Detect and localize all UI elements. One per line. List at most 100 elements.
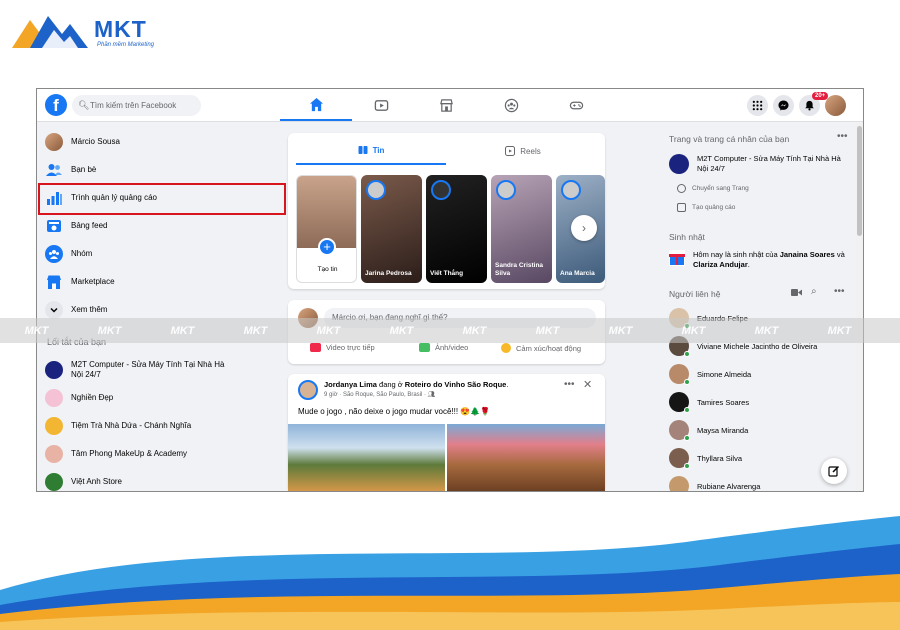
scrollbar[interactable] <box>856 122 863 491</box>
watermark-text: MKT <box>170 324 195 337</box>
facebook-logo-icon[interactable]: f <box>45 94 67 116</box>
shortcut-item[interactable]: M2T Computer - Sửa Máy Tính Tại Nhà Hà N… <box>45 357 231 383</box>
post-options-button[interactable]: ••• <box>564 379 575 390</box>
slide: MKT Phần mềm Marketing f 🔍︎ Tìm kiếm trê… <box>0 0 900 630</box>
contacts-options-icon[interactable]: ••• <box>834 286 845 297</box>
friends-privacy-icon: 👥︎ <box>427 392 436 398</box>
sidebar-item-label: Marketplace <box>71 277 115 286</box>
avatar <box>669 420 690 441</box>
story-item[interactable]: Sandra Cristina Silva <box>491 175 552 283</box>
story-item[interactable]: Viết Thắng <box>426 175 487 283</box>
contacts-title: Người liên hệ <box>669 289 721 299</box>
contact-name: Simone Almeida <box>697 369 752 379</box>
birthday-mid: và <box>834 250 845 259</box>
tab-home[interactable] <box>280 89 352 121</box>
contact-item[interactable]: Rubiane Alvarenga <box>669 476 760 491</box>
post-photo[interactable] <box>288 424 445 491</box>
watermark-text: MKT <box>608 324 633 337</box>
create-story[interactable]: + Tạo tin <box>296 175 357 283</box>
create-story-label: Tạo tin <box>317 266 338 273</box>
sidebar-item-profile[interactable]: Márcio Sousa <box>45 130 120 154</box>
more-options-icon[interactable]: ••• <box>837 131 848 142</box>
account-avatar[interactable] <box>825 95 846 116</box>
video-call-icon[interactable] <box>791 288 802 299</box>
stories-card: Tin Reels + Tạo tin Jarina Pedrosa Viết … <box>288 133 605 289</box>
chevron-right-icon: › <box>582 221 586 235</box>
menu-button[interactable] <box>747 95 768 116</box>
messenger-button[interactable] <box>773 95 794 116</box>
highlight-box <box>38 183 286 215</box>
contact-item[interactable]: Maysa Miranda <box>669 420 749 441</box>
watermark-text: MKT <box>535 324 560 337</box>
story-item[interactable]: Jarina Pedrosa <box>361 175 422 283</box>
sidebar-item-marketplace[interactable]: Marketplace <box>45 270 115 294</box>
sidebar-item-label: Bảng feed <box>71 221 108 230</box>
gift-icon <box>669 250 685 266</box>
chevron-down-icon <box>45 301 63 319</box>
sidebar-item-groups[interactable]: Nhóm <box>45 242 92 266</box>
contact-item[interactable]: Thyllara Silva <box>669 448 742 469</box>
page-item[interactable]: M2T Computer - Sửa Máy Tính Tại Nhà Hà N… <box>669 154 845 174</box>
contact-name: Maysa Miranda <box>697 425 749 435</box>
contact-item[interactable]: Tamires Soares <box>669 392 749 413</box>
shortcut-label: M2T Computer - Sửa Máy Tính Tại Nhà Hà N… <box>71 360 225 379</box>
watermark-text: MKT <box>827 324 852 337</box>
scroll-thumb[interactable] <box>857 126 862 236</box>
groups-icon <box>45 245 63 263</box>
story-name: Sandra Cristina Silva <box>495 262 544 277</box>
birthday-item[interactable]: Hôm nay là sinh nhật của Janaina Soares … <box>669 250 847 270</box>
avatar[interactable] <box>298 380 318 400</box>
birthday-title: Sinh nhật <box>669 232 705 242</box>
plus-icon: + <box>318 238 336 256</box>
contact-item[interactable]: Simone Almeida <box>669 364 752 385</box>
gaming-icon <box>569 101 583 109</box>
story-name: Ana Marcia <box>560 270 595 277</box>
online-indicator <box>684 351 690 357</box>
post-meta-text: 9 giờ · São Roque, São Paulo, Brasil · <box>324 392 428 398</box>
tab-gaming[interactable] <box>540 89 612 121</box>
search-input[interactable]: 🔍︎ Tìm kiếm trên Facebook <box>72 95 201 116</box>
avatar <box>45 133 63 151</box>
post-text: Mude o jogo , não deixe o jogo mudar voc… <box>298 407 491 416</box>
tab-stories[interactable]: Tin <box>296 137 446 165</box>
search-contacts-icon[interactable]: ⌕ <box>811 286 817 297</box>
shortcut-item[interactable]: Tâm Phong MakeUp & Academy <box>45 442 187 466</box>
online-indicator <box>684 379 690 385</box>
photo-video-button[interactable]: Ảnh/video <box>419 343 468 352</box>
sidebar-item-friends[interactable]: Bạn bè <box>45 158 96 182</box>
friends-icon <box>45 161 63 179</box>
close-icon[interactable]: ✕ <box>583 378 592 391</box>
birthday-name[interactable]: Janaina Soares <box>780 250 835 259</box>
shortcut-item[interactable]: Việt Anh Store <box>45 470 122 491</box>
facebook-window: f 🔍︎ Tìm kiếm trên Facebook 20+ Márcio S… <box>36 88 864 492</box>
logo-title: MKT <box>94 16 147 42</box>
birthday-prefix: Hôm nay là sinh nhật của <box>693 250 780 259</box>
switch-page-link[interactable]: Chuyển sang Trang <box>677 184 749 193</box>
create-ad-link[interactable]: Tạo quảng cáo <box>677 203 735 212</box>
new-message-button[interactable] <box>821 458 847 484</box>
sidebar-item-feed[interactable]: Bảng feed <box>45 214 107 238</box>
shortcut-label: Tiệm Trà Nhà Dứa - Chánh Nghĩa <box>71 421 192 430</box>
tab-reels[interactable]: Reels <box>448 137 598 165</box>
stories-next-button[interactable]: › <box>571 215 597 241</box>
reels-icon <box>505 146 516 156</box>
shortcut-item[interactable]: Tiệm Trà Nhà Dứa - Chánh Nghĩa <box>45 414 191 438</box>
tab-groups[interactable] <box>475 89 547 121</box>
live-video-button[interactable]: Video trực tiếp <box>310 343 375 352</box>
feeling-button[interactable]: Cảm xúc/hoạt động <box>501 343 581 353</box>
action-label: Ảnh/video <box>435 343 469 352</box>
create-ad-label: Tạo quảng cáo <box>692 204 736 211</box>
post-photo[interactable] <box>447 424 605 491</box>
shortcut-item[interactable]: Nghiền Đẹp <box>45 386 113 410</box>
post-author[interactable]: Jordanya Lima <box>324 380 377 389</box>
search-icon: 🔍︎ <box>78 100 90 110</box>
birthday-name[interactable]: Clariza Andujar <box>693 260 748 269</box>
post-place[interactable]: Roteiro do Vinho São Roque <box>405 380 507 389</box>
avatar <box>669 392 690 413</box>
watermark-text: MKT <box>316 324 341 337</box>
tab-watch[interactable] <box>345 89 417 121</box>
switch-icon <box>677 184 686 193</box>
story-avatar <box>431 180 451 200</box>
tab-marketplace[interactable] <box>410 89 482 121</box>
story-name: Viết Thắng <box>430 270 464 277</box>
